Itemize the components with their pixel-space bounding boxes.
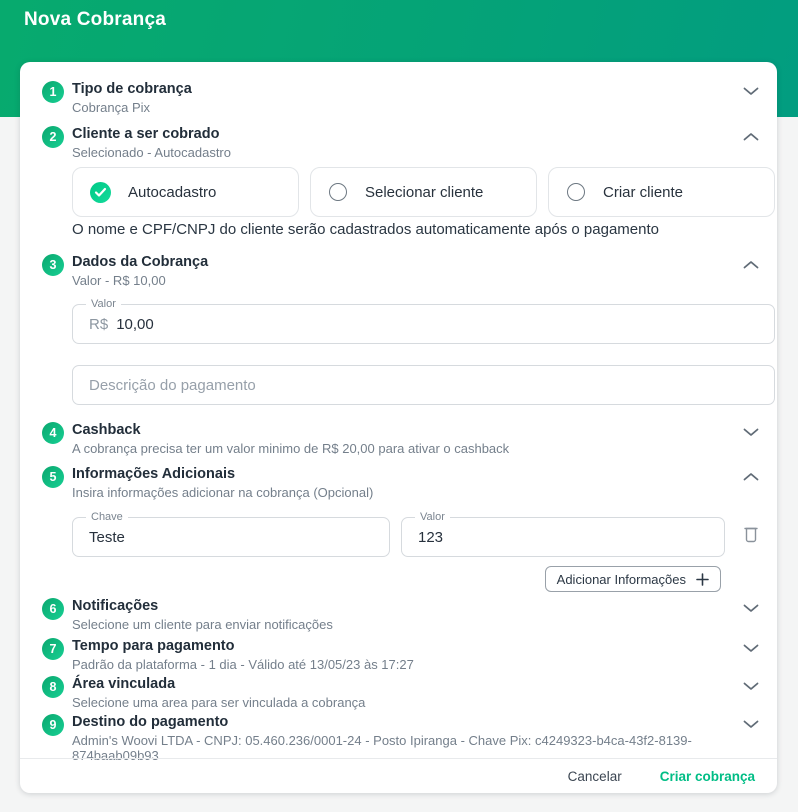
section-title: Área vinculada: [72, 676, 733, 692]
option-autocadastro[interactable]: Autocadastro: [72, 167, 299, 217]
add-information-label: Adicionar Informações: [557, 572, 686, 587]
value-input[interactable]: [418, 529, 708, 546]
section-title: Cliente a ser cobrado: [72, 126, 733, 142]
currency-prefix: R$: [89, 316, 108, 333]
step-7-badge: 7: [42, 638, 64, 660]
new-charge-form-card: 1 Tipo de cobrança Cobrança Pix 2 Client…: [20, 62, 777, 793]
section-subtitle: Valor - R$ 10,00: [72, 273, 733, 288]
form-footer: Cancelar Criar cobrança: [20, 758, 777, 793]
description-field: [72, 365, 775, 405]
step-1-badge: 1: [42, 81, 64, 103]
step-2-badge: 2: [42, 126, 64, 148]
section-cliente-a-ser-cobrado[interactable]: 2 Cliente a ser cobrado Selecionado - Au…: [42, 126, 759, 160]
section-title: Tipo de cobrança: [72, 81, 733, 97]
radio-unchecked-icon: [567, 183, 585, 201]
section-subtitle: A cobrança precisa ter um valor minimo d…: [72, 441, 733, 456]
chevron-down-icon[interactable]: [743, 644, 759, 653]
section-title: Dados da Cobrança: [72, 254, 733, 270]
trash-icon: [742, 524, 760, 544]
section-destino-do-pagamento[interactable]: 9 Destino do pagamento Admin's Woovi LTD…: [42, 714, 759, 763]
section-cashback[interactable]: 4 Cashback A cobrança precisa ter um val…: [42, 422, 759, 456]
chevron-down-icon[interactable]: [743, 720, 759, 729]
section-subtitle: Selecionado - Autocadastro: [72, 145, 733, 160]
chevron-up-icon[interactable]: [743, 132, 759, 141]
delete-row-button[interactable]: [742, 524, 760, 544]
chevron-down-icon[interactable]: [743, 87, 759, 96]
section-dados-da-cobranca[interactable]: 3 Dados da Cobrança Valor - R$ 10,00: [42, 254, 759, 288]
page-title: Nova Cobrança: [24, 9, 166, 31]
radio-unchecked-icon: [329, 183, 347, 201]
section-subtitle: Padrão da plataforma - 1 dia - Válido at…: [72, 657, 733, 672]
key-input[interactable]: [89, 529, 373, 546]
chevron-up-icon[interactable]: [743, 472, 759, 481]
section-title: Cashback: [72, 422, 733, 438]
description-input[interactable]: [89, 377, 758, 394]
section-subtitle: Selecione uma area para ser vinculada a …: [72, 695, 733, 710]
section-notificacoes[interactable]: 6 Notificações Selecione um cliente para…: [42, 598, 759, 632]
section-tempo-para-pagamento[interactable]: 7 Tempo para pagamento Padrão da platafo…: [42, 638, 759, 672]
add-information-button[interactable]: Adicionar Informações: [545, 566, 721, 592]
autocadastro-note: O nome e CPF/CNPJ do cliente serão cadas…: [72, 221, 659, 238]
step-5-badge: 5: [42, 466, 64, 488]
check-circle-icon: [90, 182, 111, 203]
additional-info-key-field: Chave: [72, 517, 390, 557]
section-title: Informações Adicionais: [72, 466, 733, 482]
plus-icon: [696, 573, 709, 586]
section-informacoes-adicionais[interactable]: 5 Informações Adicionais Insira informaç…: [42, 466, 759, 500]
additional-info-value-field: Valor: [401, 517, 725, 557]
step-6-badge: 6: [42, 598, 64, 620]
chevron-down-icon[interactable]: [743, 682, 759, 691]
chevron-down-icon[interactable]: [743, 604, 759, 613]
section-title: Destino do pagamento: [72, 714, 733, 730]
section-area-vinculada[interactable]: 8 Área vinculada Selecione uma area para…: [42, 676, 759, 710]
step-8-badge: 8: [42, 676, 64, 698]
section-title: Notificações: [72, 598, 733, 614]
chevron-up-icon[interactable]: [743, 260, 759, 269]
option-label: Autocadastro: [128, 184, 216, 201]
option-label: Criar cliente: [603, 184, 683, 201]
section-subtitle: Selecione um cliente para enviar notific…: [72, 617, 733, 632]
cancel-button[interactable]: Cancelar: [564, 767, 626, 786]
option-label: Selecionar cliente: [365, 184, 483, 201]
section-subtitle: Cobrança Pix: [72, 100, 733, 115]
section-subtitle: Insira informações adicionar na cobrança…: [72, 485, 733, 500]
amount-input[interactable]: [116, 316, 758, 333]
step-9-badge: 9: [42, 714, 64, 736]
chevron-down-icon[interactable]: [743, 428, 759, 437]
client-type-options: Autocadastro Selecionar cliente Criar cl…: [72, 167, 775, 217]
step-3-badge: 3: [42, 254, 64, 276]
option-criar-cliente[interactable]: Criar cliente: [548, 167, 775, 217]
option-selecionar-cliente[interactable]: Selecionar cliente: [310, 167, 537, 217]
create-charge-button[interactable]: Criar cobrança: [656, 767, 759, 786]
section-tipo-de-cobranca[interactable]: 1 Tipo de cobrança Cobrança Pix: [42, 81, 759, 115]
step-4-badge: 4: [42, 422, 64, 444]
section-title: Tempo para pagamento: [72, 638, 733, 654]
amount-field: Valor R$: [72, 304, 775, 344]
